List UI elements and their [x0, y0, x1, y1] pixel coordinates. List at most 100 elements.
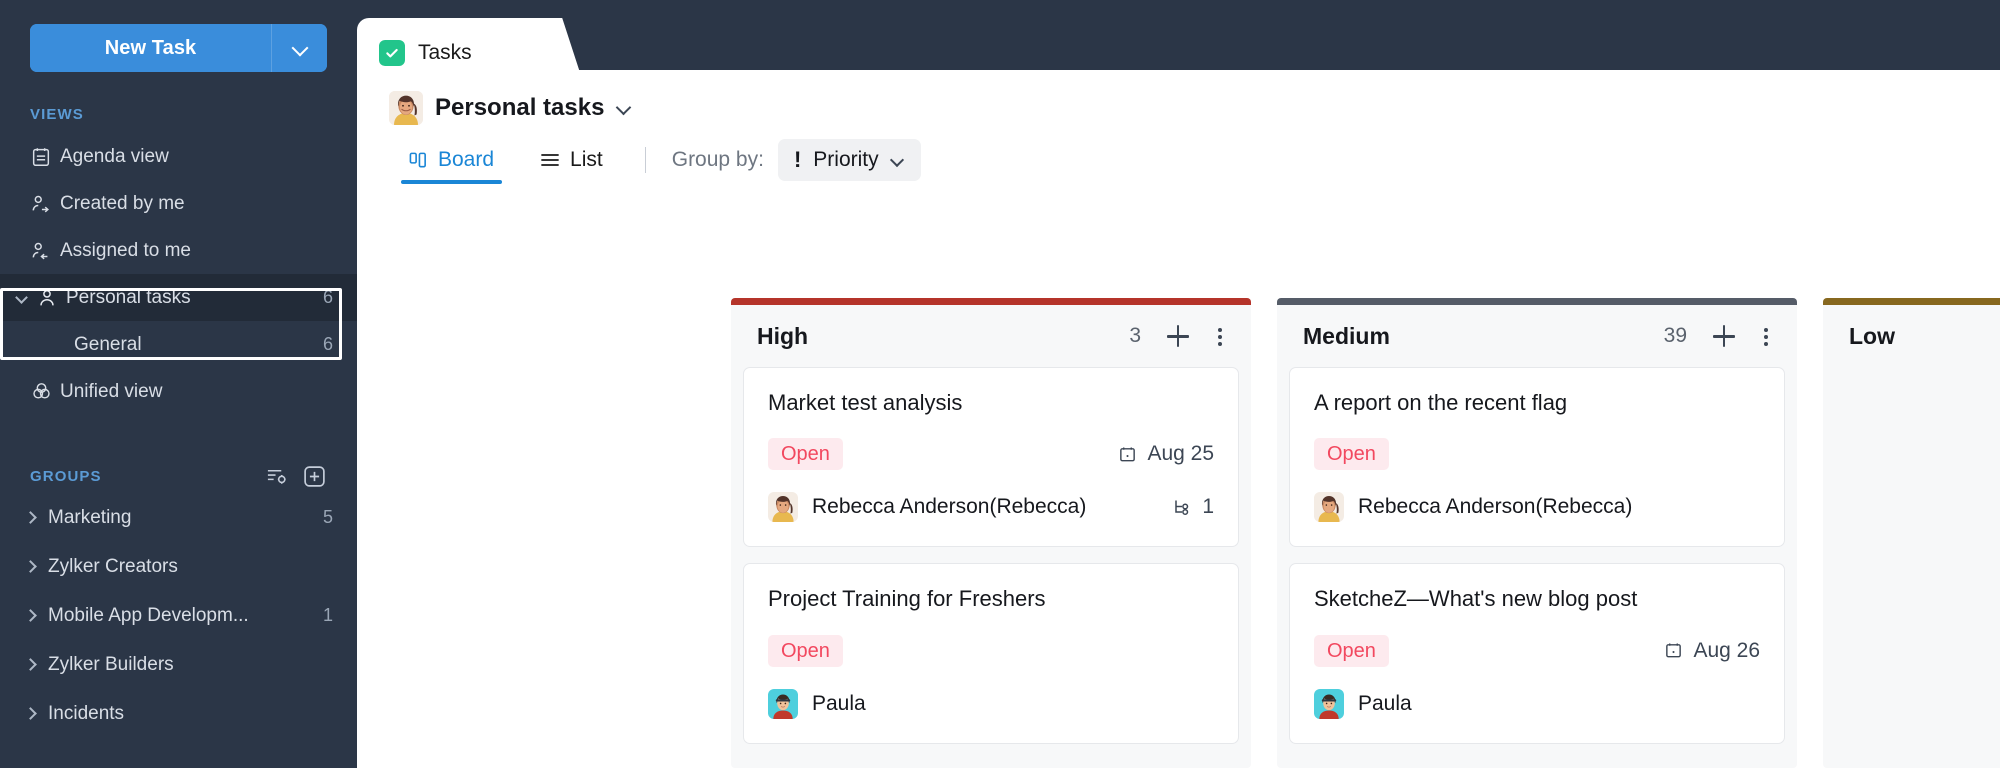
column-count: 39: [1663, 324, 1687, 347]
task-title: Market test analysis: [768, 390, 963, 415]
chevron-right-icon[interactable]: [24, 659, 36, 671]
new-task-label: New Task: [104, 36, 197, 59]
kanban-board: High 3 Market test analysis Open Aug 25 …: [357, 298, 2000, 768]
sidebar-group-marketing[interactable]: Marketing 5: [0, 493, 357, 542]
due-date[interactable]: Aug 25: [1118, 442, 1214, 466]
subtask-count[interactable]: 1: [1172, 495, 1214, 519]
task-meta-row: Open: [768, 438, 1214, 471]
sidebar-item-agenda-view[interactable]: Agenda view: [0, 133, 357, 180]
sidebar-item-label: Assigned to me: [60, 239, 191, 261]
sidebar-group-incidents[interactable]: Incidents: [0, 689, 357, 738]
sidebar-group-zylker-creators[interactable]: Zylker Creators: [0, 542, 357, 591]
column-title: Low: [1849, 322, 1895, 349]
column-count: 3: [1129, 324, 1141, 347]
sidebar-subitem-general[interactable]: General 6: [0, 321, 357, 368]
task-card[interactable]: Market test analysis Open Aug 25 Rebecca…: [743, 367, 1239, 548]
sidebar-item-label: Agenda view: [60, 145, 169, 167]
due-date[interactable]: Aug 26: [1664, 639, 1760, 663]
sidebar-subitem-label: General: [74, 333, 142, 355]
task-card[interactable]: SketcheZ—What's new blog post Open Aug 2…: [1289, 563, 1785, 744]
column-menu-button[interactable]: [1209, 321, 1231, 351]
chevron-right-icon[interactable]: [24, 610, 36, 622]
view-toolbar: Board List Group by: ! Priority: [357, 132, 2000, 188]
new-task-button[interactable]: New Task: [30, 24, 271, 72]
column-color-bar: [731, 298, 1251, 305]
column-body: Medium 39 A report on the recent flag Op…: [1277, 305, 1797, 768]
column-menu-button[interactable]: [1755, 321, 1777, 351]
sidebar-group-label: Zylker Creators: [48, 555, 178, 577]
chevron-down-icon[interactable]: [16, 292, 28, 304]
column-color-bar: [1277, 298, 1797, 305]
calendar-icon: [1664, 641, 1683, 660]
tab-list[interactable]: List: [530, 132, 613, 188]
status-badge[interactable]: Open: [768, 634, 843, 667]
chevron-right-icon[interactable]: [24, 561, 36, 573]
chevron-right-icon[interactable]: [24, 708, 36, 720]
add-task-button[interactable]: [1709, 321, 1739, 351]
user-in-icon: [30, 240, 60, 262]
column-body: High 3 Market test analysis Open Aug 25 …: [731, 305, 1251, 768]
tab-tasks[interactable]: Tasks: [357, 18, 562, 88]
status-badge[interactable]: Open: [1314, 438, 1389, 471]
due-date-text: Aug 26: [1693, 638, 1760, 662]
assignee-name: Rebecca Anderson(Rebecca): [1358, 495, 1633, 519]
add-task-button[interactable]: [1163, 321, 1193, 351]
groups-section-header: GROUPS: [30, 467, 102, 485]
tab-board[interactable]: Board: [399, 132, 504, 188]
task-assignee-row: Rebecca Anderson(Rebecca): [1314, 492, 1760, 523]
check-square-icon: [379, 40, 405, 66]
sidebar-group-count: 5: [322, 507, 333, 527]
column-color-bar: [1823, 298, 2000, 305]
group-by-label: Group by:: [671, 148, 764, 171]
chevron-down-icon[interactable]: [616, 100, 632, 116]
views-list: Agenda view Created by me Assigned to me…: [0, 133, 357, 415]
sidebar-item-personal-tasks[interactable]: Personal tasks 6: [0, 274, 357, 321]
task-card[interactable]: Project Training for Freshers Open Paula: [743, 563, 1239, 744]
status-badge[interactable]: Open: [768, 438, 843, 471]
chevron-right-icon[interactable]: [24, 512, 36, 524]
task-assignee-row: Rebecca Anderson(Rebecca): [768, 492, 1214, 523]
app-root: New Task VIEWS Agenda view Created by me…: [0, 0, 2000, 768]
sidebar-group-mobile-app-development[interactable]: Mobile App Developm... 1: [0, 591, 357, 640]
task-title: A report on the recent flag: [1314, 390, 1568, 415]
task-card[interactable]: A report on the recent flag Open Rebecca…: [1289, 367, 1785, 548]
add-box-icon[interactable]: [302, 464, 327, 489]
sidebar-group-count: 1: [322, 605, 333, 625]
task-title: SketcheZ—What's new blog post: [1314, 586, 1638, 612]
card-list: Market test analysis Open Aug 25 Rebecca…: [731, 367, 1251, 744]
group-by-select[interactable]: ! Priority: [777, 139, 921, 181]
column-header: High 3: [731, 305, 1251, 367]
task-assignee-row: Paula: [1314, 688, 1760, 719]
tab-board-label: Board: [438, 148, 495, 171]
tab-label: Tasks: [418, 41, 472, 64]
new-task-dropdown-button[interactable]: [271, 24, 327, 72]
task-meta-row: Open: [768, 634, 1214, 667]
column-title: High: [757, 322, 809, 349]
filter-settings-icon[interactable]: [265, 466, 288, 487]
status-badge[interactable]: Open: [1314, 634, 1389, 667]
avatar[interactable]: [768, 688, 798, 719]
sidebar-item-created-by-me[interactable]: Created by me: [0, 180, 357, 227]
board-column-low: Low: [1823, 298, 2000, 768]
sidebar-item-unified-view[interactable]: Unified view: [0, 368, 357, 415]
avatar[interactable]: [768, 492, 798, 523]
user-out-icon: [30, 193, 60, 215]
groups-list: Marketing 5 Zylker Creators Mobile App D…: [0, 493, 357, 738]
venn-icon: [30, 380, 60, 403]
task-assignee-row: Paula: [768, 688, 1214, 719]
column-header: Medium 39: [1277, 305, 1797, 367]
chevron-down-icon: [293, 41, 307, 55]
new-task-button-group[interactable]: New Task: [30, 24, 327, 72]
page-title: Personal tasks: [435, 94, 605, 121]
sidebar-group-label: Mobile App Developm...: [48, 604, 249, 626]
assignee-name: Paula: [812, 691, 866, 715]
sidebar-group-label: Incidents: [48, 702, 125, 724]
toolbar-divider: [644, 147, 646, 173]
content-panel: Personal tasks Board List Group by: ! Pr…: [357, 70, 2000, 768]
due-date-text: Aug 25: [1147, 442, 1214, 466]
avatar[interactable]: [1314, 492, 1344, 523]
sidebar-item-label: Unified view: [60, 380, 163, 402]
avatar[interactable]: [1314, 688, 1344, 719]
sidebar-item-assigned-to-me[interactable]: Assigned to me: [0, 227, 357, 274]
sidebar-group-zylker-builders[interactable]: Zylker Builders: [0, 640, 357, 689]
